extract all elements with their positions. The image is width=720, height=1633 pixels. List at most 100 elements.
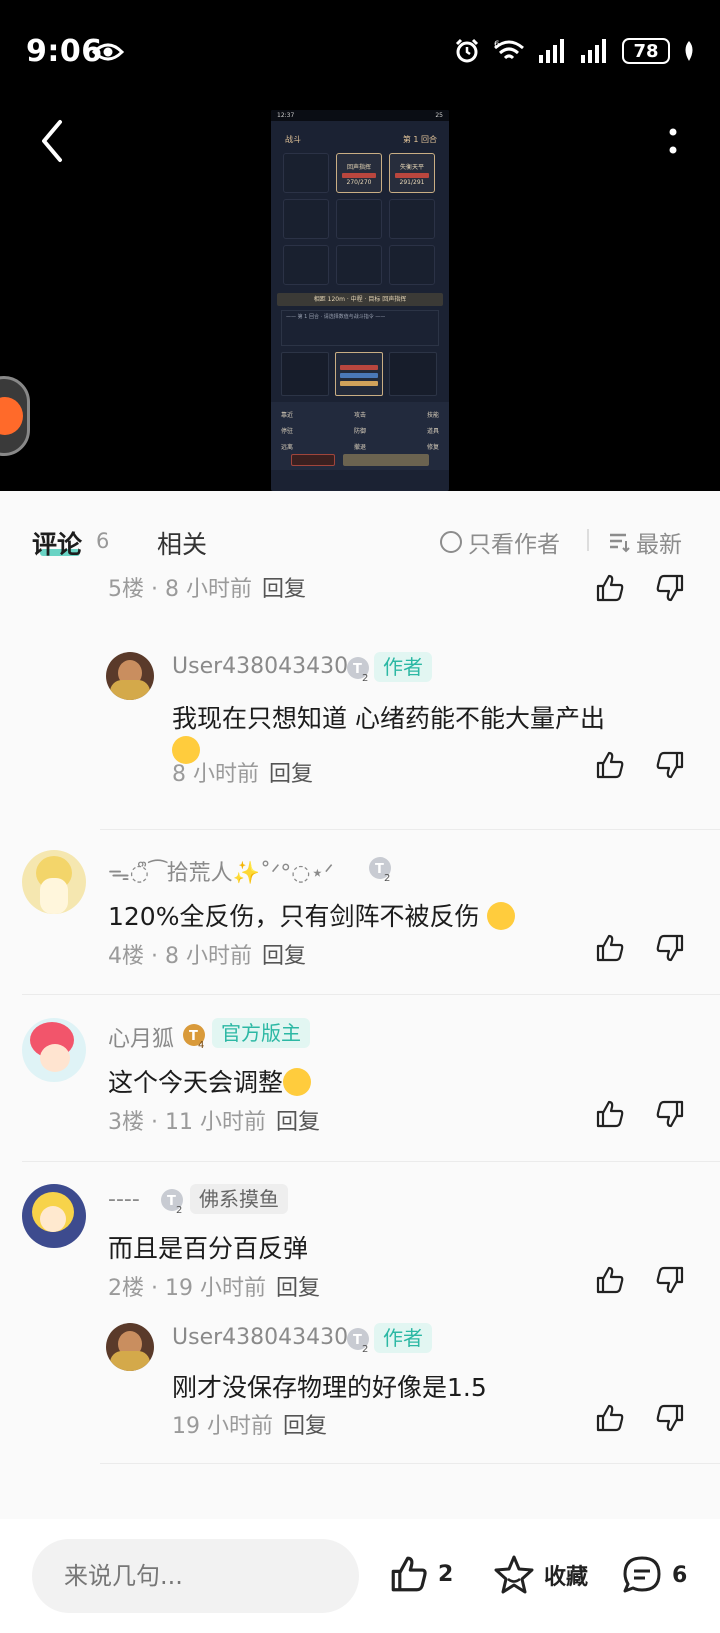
- comment-text: 120%全反伤，只有剑阵不被反伤: [108, 897, 516, 933]
- like-button[interactable]: 2: [388, 1553, 453, 1595]
- grid-cell: [389, 245, 435, 285]
- eye-icon: [92, 43, 124, 61]
- crying-emoji-icon: [283, 1068, 312, 1096]
- like-icon[interactable]: [594, 932, 626, 964]
- sort-toggle[interactable]: 最新: [608, 525, 682, 559]
- reply-button[interactable]: 回复: [276, 1110, 320, 1135]
- level-badge-icon: T2: [369, 857, 391, 882]
- enemy-unit-1: 回声指挥 270/270: [336, 153, 382, 193]
- battle-round: 第 1 回合: [402, 135, 437, 144]
- level-badge-icon: T2: [347, 657, 369, 682]
- enemy-unit-2: 失衡天平 291/291: [389, 153, 435, 193]
- svg-text:2: 2: [176, 1205, 182, 1214]
- player-unit: [335, 352, 383, 396]
- comments-panel: 评论 6 相关 只看作者 最新 5楼 · 8 小时前 回复 User4380434…: [0, 491, 720, 1633]
- comment-meta: 19 小时前 回复: [172, 1414, 328, 1439]
- dislike-icon[interactable]: [654, 749, 686, 781]
- grid-cell: [283, 245, 329, 285]
- avatar[interactable]: [22, 1018, 86, 1082]
- dislike-icon[interactable]: [654, 1098, 686, 1130]
- level-badge-icon: T2: [161, 1189, 183, 1214]
- svg-text:T: T: [353, 1333, 362, 1348]
- battle-log: —— 第 1 回合 · 请选择数值与战斗指令 ——: [281, 310, 439, 346]
- author-only-toggle[interactable]: 只看作者: [440, 525, 560, 559]
- like-icon[interactable]: [594, 1264, 626, 1296]
- team-slot: [389, 352, 437, 396]
- battle-menu: 靠近 攻击 技能 停驻 防御 道具 远离 撤退 修复: [271, 402, 449, 470]
- comments-button[interactable]: 6: [620, 1553, 687, 1597]
- team-slot: [281, 352, 329, 396]
- comments-count: 6: [96, 529, 110, 553]
- comment-bubble-icon: [623, 1556, 661, 1593]
- avatar[interactable]: [106, 1323, 154, 1371]
- more-options-icon[interactable]: [666, 122, 680, 162]
- comment-input[interactable]: [32, 1539, 359, 1613]
- comment-input-box[interactable]: [32, 1539, 359, 1613]
- svg-text:2: 2: [362, 1344, 368, 1353]
- avatar[interactable]: [106, 652, 154, 700]
- like-icon[interactable]: [594, 749, 626, 781]
- comments-total: 6: [672, 1562, 688, 1588]
- reply-button[interactable]: 回复: [262, 944, 306, 969]
- avatar[interactable]: [22, 850, 86, 914]
- favorite-button[interactable]: 收藏: [492, 1553, 588, 1597]
- reply-button[interactable]: 回复: [269, 762, 313, 787]
- username[interactable]: 心月狐: [108, 1021, 174, 1053]
- bottom-action-bar: 2 收藏 6: [0, 1519, 720, 1633]
- username[interactable]: User438043430: [172, 654, 348, 679]
- username[interactable]: User438043430: [172, 1325, 348, 1350]
- level-badge-icon: T2: [347, 1328, 369, 1353]
- battle-info: 相距 120m · 中程 · 目标 回声指挥: [277, 293, 443, 306]
- wifi-icon: 6: [494, 40, 524, 60]
- comment-meta: 4楼 · 8 小时前 回复: [108, 944, 306, 969]
- username[interactable]: ᯓ◌ᩨ⁀拾荒人✨˚ᐟ°◌⋆ᐟ: [108, 855, 334, 892]
- end-turn-button: [343, 454, 429, 466]
- favorite-label: 收藏: [544, 1565, 589, 1590]
- level-badge-icon: T4: [183, 1024, 205, 1049]
- tab-comments[interactable]: 评论: [32, 525, 82, 561]
- cool-emoji-icon: [487, 902, 516, 930]
- star-icon: [494, 1555, 534, 1594]
- like-icon[interactable]: [594, 572, 626, 604]
- like-icon: [391, 1556, 427, 1592]
- like-icon[interactable]: [594, 1402, 626, 1434]
- grid-cell: [336, 199, 382, 239]
- username[interactable]: ----: [108, 1187, 140, 1212]
- svg-text:T: T: [353, 662, 362, 677]
- comment-meta: 5楼 · 8 小时前 回复: [108, 577, 306, 602]
- floating-widget[interactable]: [0, 376, 30, 456]
- grid-cell: [336, 245, 382, 285]
- status-bar: 9:06 6 78: [0, 0, 720, 108]
- tab-related[interactable]: 相关: [157, 525, 207, 561]
- comment-text: 刚才没保存物理的好像是1.5: [172, 1373, 487, 1402]
- svg-text:4: 4: [198, 1040, 204, 1049]
- back-icon[interactable]: [36, 116, 68, 166]
- comment-text: 这个今天会调整: [108, 1063, 312, 1099]
- reply-button[interactable]: 回复: [276, 1276, 320, 1301]
- avatar[interactable]: [22, 1184, 86, 1248]
- dislike-icon[interactable]: [654, 1264, 686, 1296]
- radio-circle-icon: [440, 531, 462, 553]
- comment-text: 我现在只想知道 心绪药能不能大量产出: [172, 704, 605, 733]
- signal-icon-1: [539, 39, 564, 63]
- dislike-icon[interactable]: [654, 1402, 686, 1434]
- battle-grid: 回声指挥 270/270 失衡天平 291/291: [271, 149, 449, 285]
- like-icon[interactable]: [594, 1098, 626, 1130]
- dislike-icon[interactable]: [654, 932, 686, 964]
- game-screenshot: 12:37 25 战斗 第 1 回合 回声指挥 270/270 失衡天平 291…: [271, 110, 449, 491]
- reply-button[interactable]: 回复: [283, 1414, 327, 1439]
- reply-button[interactable]: 回复: [262, 577, 306, 602]
- svg-text:T: T: [167, 1194, 176, 1209]
- grid-cell: [283, 153, 329, 193]
- status-icons: 6 78: [454, 38, 696, 64]
- leaf-icon: [685, 41, 693, 61]
- svg-text:2: 2: [362, 673, 368, 682]
- media-viewer[interactable]: 12:37 25 战斗 第 1 回合 回声指挥 270/270 失衡天平 291…: [0, 108, 720, 491]
- battery-indicator: 78: [622, 38, 670, 64]
- dislike-icon[interactable]: [654, 572, 686, 604]
- tab-bar: 评论 6 相关 只看作者 最新: [0, 491, 720, 583]
- escape-button: [291, 454, 335, 466]
- sort-lines-icon: [610, 533, 630, 553]
- phone-time: 12:37: [277, 112, 295, 119]
- signal-icon-2: [581, 39, 606, 63]
